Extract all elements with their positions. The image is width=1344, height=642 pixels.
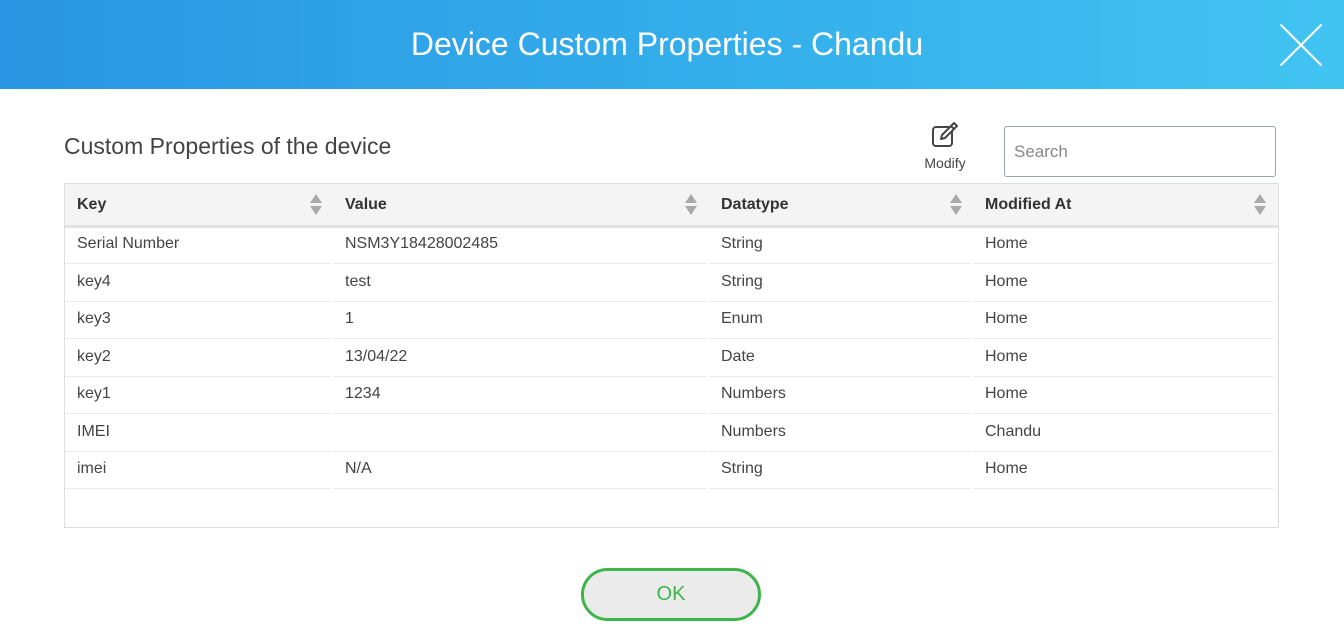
cell-modified-at: Home: [973, 453, 1274, 489]
search-input[interactable]: [1004, 126, 1276, 177]
close-icon[interactable]: [1278, 22, 1324, 68]
cell-value: 1: [333, 303, 706, 339]
table-row[interactable]: key3 1 Enum Home: [65, 303, 1278, 341]
column-header-datatype[interactable]: Datatype: [709, 184, 973, 225]
cell-value: 13/04/22: [333, 341, 706, 377]
column-label: Datatype: [721, 196, 789, 213]
cell-key: key1: [65, 378, 330, 414]
column-header-value[interactable]: Value: [333, 184, 709, 225]
cell-modified-at: Home: [973, 378, 1274, 414]
column-header-modified-at[interactable]: Modified At: [973, 184, 1278, 225]
cell-value: 1234: [333, 378, 706, 414]
sort-icon: [310, 194, 322, 216]
table-row[interactable]: key2 13/04/22 Date Home: [65, 341, 1278, 379]
table-row[interactable]: Serial Number NSM3Y18428002485 String Ho…: [65, 228, 1278, 266]
cell-value: [333, 416, 706, 452]
modify-button[interactable]: Modify: [916, 122, 974, 171]
modify-label: Modify: [924, 155, 966, 171]
column-label: Modified At: [985, 196, 1072, 213]
section-heading: Custom Properties of the device: [64, 133, 392, 159]
column-header-key[interactable]: Key: [65, 184, 333, 225]
cell-key: key3: [65, 303, 330, 339]
cell-value: test: [333, 266, 706, 302]
edit-icon: [932, 122, 958, 147]
cell-key: imei: [65, 453, 330, 489]
cell-key: key4: [65, 266, 330, 302]
properties-table: Key Value Datatype Modified At Serial Nu…: [64, 183, 1279, 528]
cell-value: NSM3Y18428002485: [333, 228, 706, 264]
cell-datatype: Numbers: [709, 416, 970, 452]
cell-datatype: Date: [709, 341, 970, 377]
cell-modified-at: Home: [973, 266, 1274, 302]
column-label: Key: [77, 196, 107, 213]
cell-datatype: Numbers: [709, 378, 970, 414]
table-header: Key Value Datatype Modified At: [65, 184, 1278, 228]
ok-button[interactable]: OK: [581, 568, 761, 621]
column-label: Value: [345, 196, 387, 213]
table-row[interactable]: key4 test String Home: [65, 266, 1278, 304]
cell-key: key2: [65, 341, 330, 377]
dialog-header: Device Custom Properties - Chandu: [0, 0, 1344, 89]
cell-key: Serial Number: [65, 228, 330, 264]
table-row[interactable]: key1 1234 Numbers Home: [65, 378, 1278, 416]
cell-modified-at: Home: [973, 228, 1274, 264]
sort-icon: [950, 194, 962, 216]
cell-value: N/A: [333, 453, 706, 489]
cell-datatype: String: [709, 228, 970, 264]
table-row[interactable]: imei N/A String Home: [65, 453, 1278, 491]
cell-modified-at: Home: [973, 303, 1274, 339]
sort-icon: [685, 194, 697, 216]
cell-datatype: String: [709, 453, 970, 489]
table-body: Serial Number NSM3Y18428002485 String Ho…: [65, 228, 1278, 491]
cell-modified-at: Chandu: [973, 416, 1274, 452]
cell-datatype: String: [709, 266, 970, 302]
cell-datatype: Enum: [709, 303, 970, 339]
sort-icon: [1254, 194, 1266, 216]
table-row[interactable]: IMEI Numbers Chandu: [65, 416, 1278, 454]
dialog-title: Device Custom Properties - Chandu: [410, 26, 924, 62]
cell-key: IMEI: [65, 416, 330, 452]
cell-modified-at: Home: [973, 341, 1274, 377]
